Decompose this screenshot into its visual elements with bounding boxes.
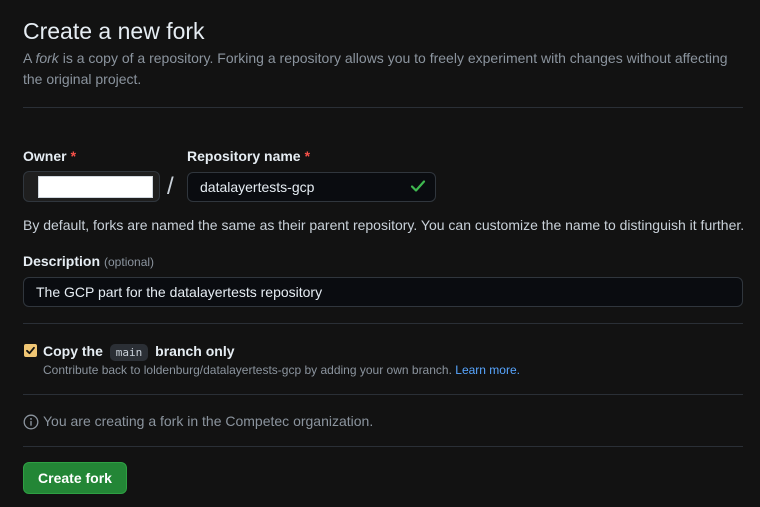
required-mark: * <box>304 148 311 164</box>
copy-branch-prefix: Copy the <box>43 343 103 359</box>
required-mark: * <box>70 148 77 164</box>
copy-branch-checkbox[interactable] <box>24 344 37 357</box>
fork-organization-info: You are creating a fork in the Competec … <box>43 413 374 429</box>
owner-value-redacted <box>38 176 153 198</box>
section-divider <box>23 446 743 447</box>
header-divider <box>23 107 743 108</box>
learn-more-link[interactable]: Learn more. <box>455 363 520 377</box>
section-divider <box>23 323 743 324</box>
check-icon <box>410 178 426 194</box>
repository-name-input[interactable] <box>187 172 436 202</box>
description-label-text: Description <box>23 253 101 269</box>
section-divider <box>23 394 743 395</box>
repository-name-label: Repository name * <box>187 146 310 166</box>
page-subtitle: A fork is a copy of a repository. Forkin… <box>23 48 743 90</box>
repository-name-label-text: Repository name <box>187 148 301 164</box>
owner-select[interactable] <box>23 171 160 202</box>
subtitle-text: is a copy of a repository. Forking a rep… <box>23 50 728 87</box>
checkmark-icon <box>26 346 35 355</box>
owner-label: Owner * <box>23 146 76 166</box>
copy-branch-suffix: branch only <box>155 343 235 359</box>
copy-branch-note: Contribute back to loldenburg/datalayert… <box>43 362 520 378</box>
description-input[interactable] <box>23 277 743 307</box>
page-title: Create a new fork <box>23 18 205 44</box>
create-fork-button[interactable]: Create fork <box>23 462 127 494</box>
subtitle-fork-term: fork <box>35 50 59 66</box>
description-label: Description (optional) <box>23 251 154 272</box>
copy-branch-label[interactable]: Copy the main branch only <box>43 341 235 363</box>
repository-name-hint: By default, forks are named the same as … <box>23 217 745 233</box>
subtitle-prefix: A <box>23 50 36 66</box>
owner-label-text: Owner <box>23 148 67 164</box>
branch-name-code: main <box>109 344 149 361</box>
copy-branch-note-text: Contribute back to loldenburg/datalayert… <box>43 363 452 377</box>
create-fork-page: Create a new fork A fork is a copy of a … <box>0 0 760 507</box>
optional-mark: (optional) <box>104 255 155 269</box>
owner-repo-separator: / <box>167 173 174 200</box>
info-icon <box>23 414 39 430</box>
